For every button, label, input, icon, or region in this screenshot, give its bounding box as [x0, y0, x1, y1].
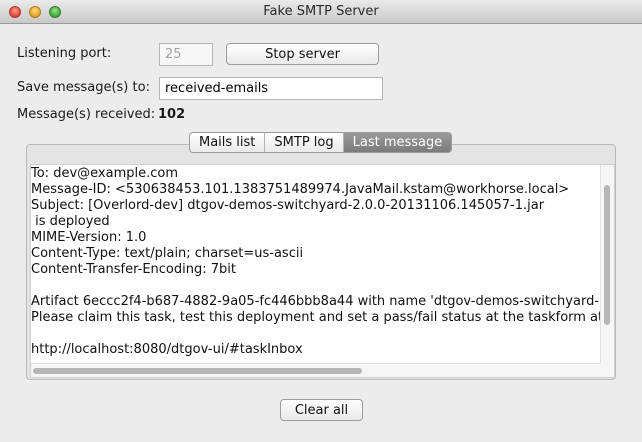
tab-smtp-log[interactable]: SMTP log: [265, 133, 344, 152]
stop-server-button[interactable]: Stop server: [226, 43, 379, 65]
horizontal-scroll-thumb[interactable]: [33, 368, 362, 374]
messages-received-count: 102: [158, 107, 186, 122]
message-line: Please claim this task, test this deploy…: [31, 310, 604, 325]
message-line: Message-ID: <530638453.101.1383751489974…: [31, 182, 570, 197]
messages-received-label: Message(s) received:: [17, 107, 156, 122]
title-bar: Fake SMTP Server: [0, 0, 642, 24]
message-line: http://localhost:8080/dtgov-ui/#taskInbo…: [31, 342, 303, 357]
vertical-scroll-thumb[interactable]: [604, 185, 610, 325]
last-message-text-area[interactable]: To: dev@example.com Message-ID: <5306384…: [30, 164, 615, 378]
message-line: is deployed: [31, 214, 110, 229]
app-window: Fake SMTP Server Listening port: Stop se…: [0, 0, 642, 442]
listening-port-label: Listening port:: [17, 46, 112, 61]
window-title: Fake SMTP Server: [263, 4, 379, 19]
message-line: Subject: [Overlord-dev] dtgov-demos-swit…: [31, 198, 545, 213]
clear-all-button[interactable]: Clear all: [280, 399, 363, 421]
message-line: Content-Transfer-Encoding: 7bit: [31, 262, 236, 277]
scroll-corner: [600, 363, 614, 377]
tab-last-message[interactable]: Last message: [343, 133, 452, 152]
message-line: To: dev@example.com: [31, 166, 178, 181]
tab-mails-list[interactable]: Mails list: [190, 133, 266, 152]
tab-bar: Mails list SMTP log Last message: [189, 132, 453, 153]
port-input[interactable]: [159, 43, 213, 66]
save-path-input[interactable]: [159, 77, 383, 100]
message-line: Content-Type: text/plain; charset=us-asc…: [31, 246, 304, 261]
message-line: Artifact 6eccc2f4-b687-4882-9a05-fc446bb…: [31, 294, 600, 309]
save-messages-label: Save message(s) to:: [17, 80, 150, 95]
message-line: MIME-Version: 1.0: [31, 230, 147, 245]
